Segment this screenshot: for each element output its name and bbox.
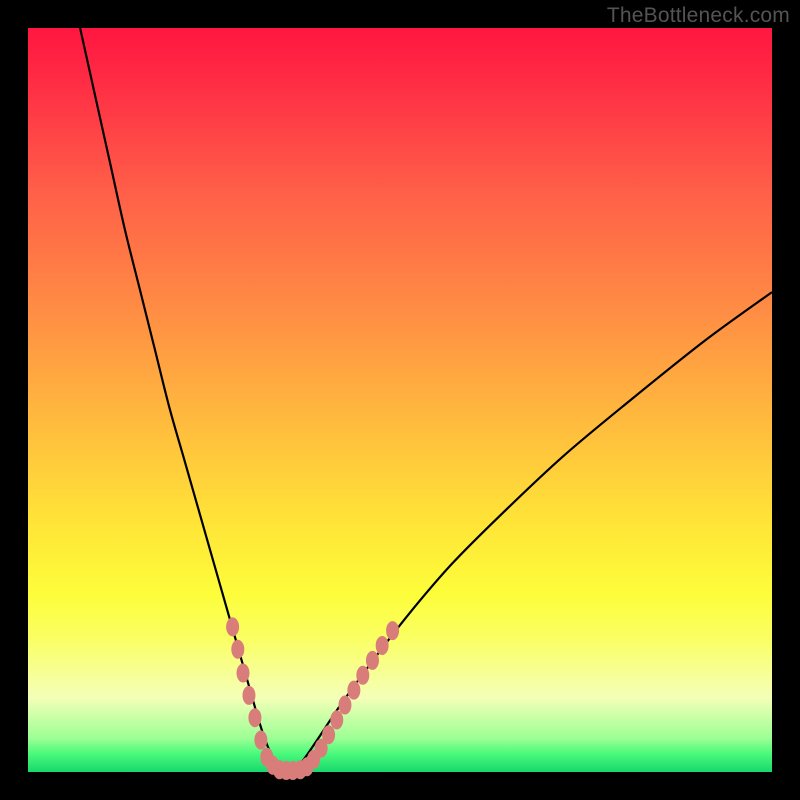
curve-dot xyxy=(248,708,261,727)
curve-dot xyxy=(330,710,343,729)
watermark-text: TheBottleneck.com xyxy=(607,4,790,28)
curve-dot xyxy=(231,640,244,659)
curve-dot xyxy=(338,696,351,715)
bottleneck-curve xyxy=(80,28,772,771)
curve-dot xyxy=(376,636,389,655)
curve-dot xyxy=(322,725,335,744)
curve-dot xyxy=(237,664,250,683)
chart-frame: TheBottleneck.com xyxy=(0,0,800,800)
plot-area xyxy=(28,28,772,772)
curve-dot xyxy=(386,621,399,640)
curve-dot xyxy=(366,651,379,670)
curve-dot xyxy=(254,731,267,750)
curve-dot xyxy=(347,681,360,700)
curve-layer xyxy=(28,28,772,772)
curve-dots xyxy=(226,617,399,780)
curve-dot xyxy=(356,666,369,685)
curve-dot xyxy=(226,617,239,636)
curve-dot xyxy=(242,686,255,705)
